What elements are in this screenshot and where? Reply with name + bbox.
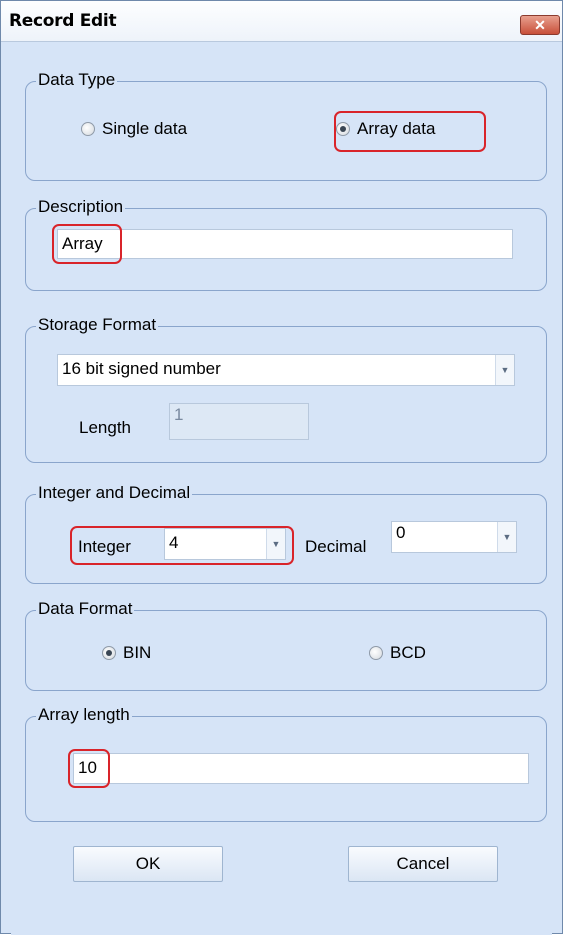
title-bar: Record Edit ✕ (1, 1, 562, 42)
bin-label: BIN (123, 643, 152, 662)
data-format-legend: Data Format (36, 599, 135, 619)
single-data-radio[interactable]: Single data (81, 119, 187, 139)
storage-format-select[interactable]: 16 bit signed number ▼ (57, 354, 515, 386)
integer-highlight (70, 526, 294, 565)
description-legend: Description (36, 197, 126, 217)
decimal-select[interactable]: 0 ▼ (391, 521, 517, 553)
decimal-value: 0 (396, 523, 406, 542)
integer-decimal-legend: Integer and Decimal (36, 483, 193, 503)
length-label: Length (79, 418, 131, 437)
storage-format-group: Storage Format (25, 315, 547, 463)
storage-format-legend: Storage Format (36, 315, 159, 335)
array-data-highlight (334, 111, 486, 152)
array-length-legend: Array length (36, 705, 132, 725)
close-button[interactable]: ✕ (520, 15, 560, 35)
record-edit-window: Record Edit ✕ Data Type Single data Arra… (0, 0, 563, 935)
chevron-down-icon[interactable]: ▼ (497, 522, 516, 552)
ok-button[interactable]: OK (73, 846, 223, 882)
description-highlight (52, 224, 122, 264)
window-title: Record Edit (9, 11, 117, 31)
data-type-legend: Data Type (36, 70, 118, 90)
array-length-highlight (68, 749, 110, 788)
bin-radio[interactable]: BIN (102, 643, 151, 663)
close-icon: ✕ (534, 17, 546, 33)
length-input: 1 (169, 403, 309, 440)
radio-checked-icon (102, 646, 116, 660)
bcd-label: BCD (390, 643, 426, 662)
description-input[interactable]: Array (57, 229, 513, 259)
radio-unchecked-icon (369, 646, 383, 660)
radio-unchecked-icon (81, 122, 95, 136)
array-length-input[interactable]: 10 (73, 753, 529, 784)
chevron-down-icon[interactable]: ▼ (495, 355, 514, 385)
data-format-group: Data Format BIN BCD (25, 599, 547, 691)
storage-format-value: 16 bit signed number (62, 359, 221, 378)
bcd-radio[interactable]: BCD (369, 643, 426, 663)
single-data-label: Single data (102, 119, 188, 138)
cancel-button[interactable]: Cancel (348, 846, 498, 882)
decimal-label: Decimal (305, 537, 367, 556)
